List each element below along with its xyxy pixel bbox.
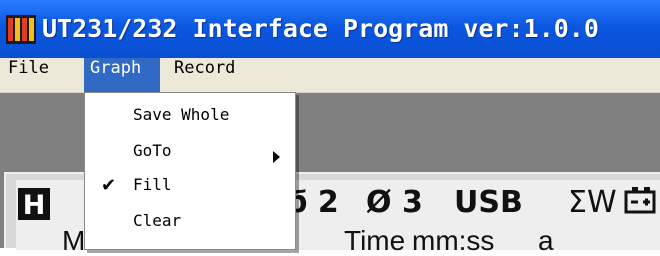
submenu-arrow-icon [273,151,280,163]
checkmark-icon: ✔ [101,175,117,196]
graph-dropdown-menu: Save Whole GoTo ✔ Fill Clear [84,92,296,250]
phase-3-indicator: Ø 3 [366,185,423,220]
window-title: UT231/232 Interface Program ver:1.0.0 [42,14,599,43]
menu-item-fill[interactable]: ✔ Fill [85,175,295,207]
title-bar: UT231/232 Interface Program ver:1.0.0 [0,0,660,58]
menu-item-save-whole[interactable]: Save Whole [85,105,295,137]
menu-item-label: GoTo [133,141,172,160]
time-unit-label: mm:ss [412,225,495,256]
display-label-m: M [62,225,86,256]
usb-indicator: USB [454,185,523,220]
app-icon [6,15,36,44]
menu-item-goto[interactable]: GoTo [85,141,295,173]
menu-item-clear[interactable]: Clear [85,211,295,243]
menu-record[interactable]: Record [168,58,241,92]
battery-icon [624,187,656,214]
time-label: Time [344,225,406,256]
menu-graph[interactable]: Graph [84,58,160,92]
menu-file[interactable]: File [2,58,55,92]
menu-item-label: Clear [133,211,182,230]
menu-item-label: Fill [133,175,172,194]
menu-bar: File Graph Record [0,58,660,93]
sum-watt-indicator: ΣW [568,185,617,220]
display-label-a: a [538,225,554,256]
hold-indicator: H [18,188,50,221]
menu-item-label: Save Whole [133,105,230,124]
